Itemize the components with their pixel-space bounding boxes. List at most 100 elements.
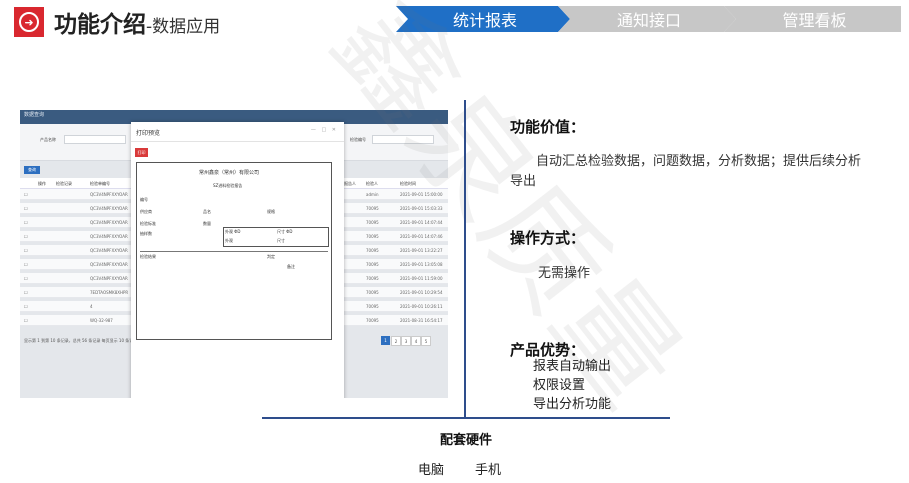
hardware-heading: 配套硬件 — [440, 433, 493, 448]
window-controls[interactable]: — □ ✕ — [311, 127, 338, 133]
table-cell: 70095 — [366, 304, 379, 309]
report-field: 检验标准 — [140, 221, 156, 226]
hardware-item-pc: 电脑 — [418, 463, 445, 478]
advantage-item: 权限设置 — [533, 378, 586, 393]
table-cell: WQ-32-987 — [90, 318, 113, 323]
measure-label: 外观 ΦD — [225, 229, 241, 234]
row-checkbox[interactable]: ☐ — [24, 262, 28, 267]
table-cell: 4 — [90, 304, 93, 309]
page-subtitle: -数据应用 — [146, 17, 221, 37]
table-cell: 2021-09-01 11:59:00 — [400, 276, 443, 281]
modal-title: 打印预览 — [136, 130, 161, 137]
pager-text: 显示第 1 到第 10 条记录，总共 56 条记录 每页显示 10 条记录 — [24, 338, 138, 343]
row-checkbox[interactable]: ☐ — [24, 234, 28, 239]
inspection-code-input[interactable] — [372, 135, 434, 144]
value-text: 自动汇总检验数据，问题数据，分析数据；提供后续分析导出 — [510, 154, 862, 189]
table-cell: QC3V4NPFXXYOAR — [90, 206, 128, 211]
page-button[interactable]: 4 — [411, 336, 421, 346]
tab-label: 通知接口 — [616, 11, 681, 30]
report-field: 编号 — [140, 197, 148, 202]
report-title: SZ进料检验报告 — [213, 183, 243, 188]
report-field: 尺寸 — [277, 238, 285, 243]
table-cell: 2021-09-01 15:03:33 — [400, 206, 443, 211]
modal-divider — [131, 141, 344, 142]
measure-label: 尺寸 ΦD — [277, 229, 293, 234]
col-header: 检验记录 — [56, 181, 72, 186]
filter-label-code: 检验编号 — [350, 137, 366, 142]
report-field: 外观 — [225, 238, 233, 243]
table-cell: 70095 — [366, 290, 379, 295]
row-checkbox[interactable]: ☐ — [24, 206, 28, 211]
table-cell: QC3V4NPFXXYOAR — [90, 262, 128, 267]
app-bar-title: 数据查询 — [24, 112, 45, 118]
table-cell: 2021-09-01 10:26:11 — [400, 304, 443, 309]
print-button[interactable]: 打印 — [135, 148, 148, 157]
advantage-item: 导出分析功能 — [533, 397, 612, 412]
table-cell: 2021-09-01 13:22:27 — [400, 248, 443, 253]
page-title-main: 功能介绍 — [54, 12, 146, 38]
page-button[interactable]: 2 — [391, 336, 401, 346]
report-field: 备注 — [287, 264, 295, 269]
vertical-divider — [464, 100, 466, 418]
product-name-input[interactable] — [64, 135, 126, 144]
divider — [140, 251, 328, 252]
tab-bar: 统计报表 通知接口 管理看板 — [396, 6, 901, 32]
report-field: 供应商 — [140, 209, 152, 214]
row-checkbox[interactable]: ☐ — [24, 276, 28, 281]
table-cell: QC3V4NPFXXYOAR — [90, 234, 128, 239]
hardware-item-phone: 手机 — [475, 463, 502, 478]
row-checkbox[interactable]: ☐ — [24, 318, 28, 323]
table-cell: 2021-09-01 15:00:00 — [400, 192, 443, 197]
report-field: 数量 — [203, 221, 211, 226]
value-heading: 功能价值： — [510, 118, 586, 136]
col-header: 检验人 — [366, 181, 378, 186]
report-field: 检验结果 — [140, 254, 156, 259]
print-preview-modal: 打印预览 — □ ✕ 打印 常州鑫泉（常州）有限公司 SZ进料检验报告 编号 供… — [131, 122, 344, 398]
table-cell: 70095 — [366, 318, 379, 323]
advantage-item: 报表自动输出 — [533, 359, 612, 374]
table-cell: 2021-09-01 14:07:46 — [400, 234, 443, 239]
table-cell: 70095 — [366, 220, 379, 225]
operation-text: 无需操作 — [538, 266, 591, 281]
col-header: 报告人 — [344, 181, 356, 186]
report-field: 品名 — [203, 209, 211, 214]
table-cell: 70095 — [366, 248, 379, 253]
table-cell: QC3V4NPFXXYOAR — [90, 192, 128, 197]
tab-statistics-report[interactable]: 统计报表 — [396, 6, 570, 32]
page-button[interactable]: 5 — [421, 336, 431, 346]
filter-label-product: 产品名称 — [40, 137, 56, 142]
section-icon: ➜ — [14, 7, 44, 37]
page-title: 功能介绍-数据应用 — [54, 5, 220, 39]
col-header: 检验单编号 — [90, 181, 110, 186]
tab-notify-interface[interactable]: 通知接口 — [558, 6, 736, 32]
row-checkbox[interactable]: ☐ — [24, 192, 28, 197]
row-checkbox[interactable]: ☐ — [24, 248, 28, 253]
horizontal-divider — [262, 417, 670, 419]
report-field: 抽样数 — [140, 231, 152, 236]
table-cell: 70095 — [366, 206, 379, 211]
tab-dashboard[interactable]: 管理看板 — [724, 6, 901, 32]
row-checkbox[interactable]: ☐ — [24, 304, 28, 309]
table-cell: 2021-09-01 13:05:08 — [400, 262, 443, 267]
table-cell: 70095 — [366, 276, 379, 281]
circle-arrow-right-icon: ➜ — [19, 12, 39, 32]
row-checkbox[interactable]: ☐ — [24, 290, 28, 295]
tab-label: 统计报表 — [452, 11, 517, 30]
table-cell: 70095 — [366, 262, 379, 267]
report-document: 常州鑫泉（常州）有限公司 SZ进料检验报告 编号 供应商 品名 规格 检验标准 … — [136, 162, 332, 340]
report-field: 规格 — [267, 209, 275, 214]
row-checkbox[interactable]: ☐ — [24, 220, 28, 225]
report-field: 判定 — [267, 254, 275, 259]
page-button[interactable]: 1 — [381, 336, 390, 345]
table-cell: 2021-08-31 16:54:17 — [400, 318, 443, 323]
query-button[interactable]: 查询 — [24, 166, 40, 174]
table-cell: admin — [366, 192, 379, 197]
table-cell: QC3V4NPFXXYOAR — [90, 248, 128, 253]
report-company: 常州鑫泉（常州）有限公司 — [199, 170, 260, 176]
table-cell: 2021-09-01 10:29:54 — [400, 290, 443, 295]
table-cell: 70095 — [366, 234, 379, 239]
table-cell: 2021-09-01 14:07:44 — [400, 220, 443, 225]
operation-heading: 操作方式： — [510, 229, 586, 247]
table-cell: 7EDTAOSMK8XHPR — [90, 290, 129, 295]
page-button[interactable]: 3 — [401, 336, 411, 346]
